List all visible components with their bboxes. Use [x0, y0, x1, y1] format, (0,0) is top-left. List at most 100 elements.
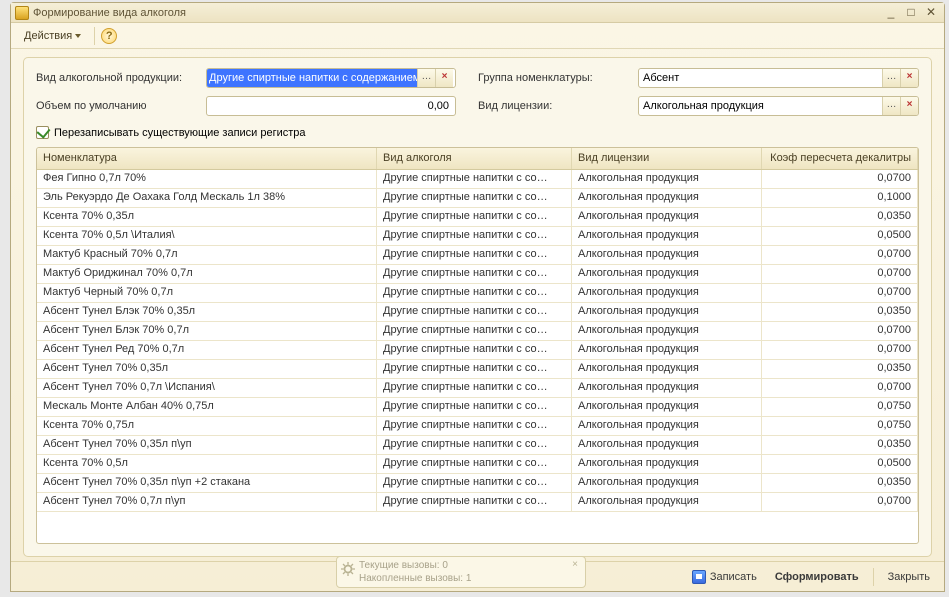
- generate-button[interactable]: Сформировать: [771, 568, 863, 586]
- column-header-coefficient[interactable]: Коэф пересчета декалитры: [762, 148, 918, 169]
- grid-header: Номенклатура Вид алкоголя Вид лицензии К…: [37, 148, 918, 170]
- table-cell: Алкогольная продукция: [572, 246, 762, 264]
- table-cell: 0,0700: [762, 341, 918, 359]
- actions-menu[interactable]: Действия: [17, 26, 88, 46]
- column-header-nomenclature[interactable]: Номенклатура: [37, 148, 377, 169]
- table-cell: Мактуб Красный 70% 0,7л: [37, 246, 377, 264]
- table-cell: Алкогольная продукция: [572, 436, 762, 454]
- table-cell: 0,0500: [762, 227, 918, 245]
- maximize-button[interactable]: □: [902, 6, 920, 20]
- footer-separator: [873, 568, 874, 586]
- table-row[interactable]: Ксента 70% 0,5лДругие спиртные напитки с…: [37, 455, 918, 474]
- table-cell: Алкогольная продукция: [572, 208, 762, 226]
- table-row[interactable]: Фея Гипно 0,7л 70%Другие спиртные напитк…: [37, 170, 918, 189]
- table-row[interactable]: Абсент Тунел Ред 70% 0,7лДругие спиртные…: [37, 341, 918, 360]
- minimize-button[interactable]: _: [882, 6, 900, 20]
- column-header-alcohol-type[interactable]: Вид алкоголя: [377, 148, 572, 169]
- table-cell: 0,0350: [762, 436, 918, 454]
- table-cell: Алкогольная продукция: [572, 455, 762, 473]
- table-row[interactable]: Абсент Тунел 70% 0,7л \Испания\Другие сп…: [37, 379, 918, 398]
- ellipsis-icon[interactable]: …: [417, 69, 435, 87]
- table-cell: 0,0700: [762, 284, 918, 302]
- accumulated-calls-value: 1: [466, 573, 472, 584]
- overwrite-checkbox[interactable]: [36, 126, 49, 139]
- table-row[interactable]: Абсент Тунел 70% 0,35л п\уп +2 стаканаДр…: [37, 474, 918, 493]
- table-row[interactable]: Мактуб Красный 70% 0,7лДругие спиртные н…: [37, 246, 918, 265]
- save-button[interactable]: Записать: [688, 567, 761, 587]
- table-cell: 0,0700: [762, 170, 918, 188]
- table-cell: Алкогольная продукция: [572, 417, 762, 435]
- save-icon: [692, 570, 706, 584]
- product-type-field[interactable]: Другие спиртные напитки с содержанием … …: [206, 68, 456, 88]
- table-row[interactable]: Мактуб Черный 70% 0,7лДругие спиртные на…: [37, 284, 918, 303]
- gear-icon: [341, 562, 355, 576]
- app-icon: [15, 6, 29, 20]
- footer: Текущие вызовы: 0 Накопленные вызовы: 1 …: [11, 561, 944, 591]
- table-row[interactable]: Мактуб Ориджинал 70% 0,7лДругие спиртные…: [37, 265, 918, 284]
- table-cell: Алкогольная продукция: [572, 303, 762, 321]
- group-value[interactable]: [639, 69, 882, 87]
- table-cell: Алкогольная продукция: [572, 493, 762, 511]
- toolbar-separator: [94, 27, 95, 45]
- table-cell: Эль Рекуэрдо Де Оахака Голд Мескаль 1л 3…: [37, 189, 377, 207]
- clear-icon[interactable]: ×: [900, 69, 918, 87]
- main-window: Формирование вида алкоголя _ □ ✕ Действи…: [10, 2, 945, 592]
- table-row[interactable]: Абсент Тунел 70% 0,7л п\упДругие спиртны…: [37, 493, 918, 512]
- table-cell: 0,1000: [762, 189, 918, 207]
- table-cell: Абсент Тунел 70% 0,7л \Испания\: [37, 379, 377, 397]
- close-calls-icon[interactable]: ×: [569, 559, 581, 570]
- table-cell: 0,0350: [762, 360, 918, 378]
- table-cell: Другие спиртные напитки с со…: [377, 436, 572, 454]
- column-header-license[interactable]: Вид лицензии: [572, 148, 762, 169]
- help-icon[interactable]: ?: [101, 28, 117, 44]
- table-row[interactable]: Ксента 70% 0,35лДругие спиртные напитки …: [37, 208, 918, 227]
- clear-icon[interactable]: ×: [435, 69, 453, 87]
- ellipsis-icon[interactable]: …: [882, 69, 900, 87]
- table-cell: 0,0500: [762, 455, 918, 473]
- table-row[interactable]: Эль Рекуэрдо Де Оахака Голд Мескаль 1л 3…: [37, 189, 918, 208]
- table-row[interactable]: Абсент Тунел 70% 0,35л п\упДругие спиртн…: [37, 436, 918, 455]
- close-window-button[interactable]: ✕: [922, 6, 940, 20]
- table-cell: Другие спиртные напитки с со…: [377, 170, 572, 188]
- group-field[interactable]: … ×: [638, 68, 919, 88]
- volume-label: Объем по умолчанию: [36, 100, 206, 112]
- clear-icon[interactable]: ×: [900, 97, 918, 115]
- accumulated-calls-label: Накопленные вызовы:: [359, 573, 463, 584]
- data-grid: Номенклатура Вид алкоголя Вид лицензии К…: [36, 147, 919, 544]
- ellipsis-icon[interactable]: …: [882, 97, 900, 115]
- volume-field[interactable]: [206, 96, 456, 116]
- table-row[interactable]: Ксента 70% 0,75лДругие спиртные напитки …: [37, 417, 918, 436]
- current-calls-value: 0: [442, 560, 448, 571]
- table-cell: Другие спиртные напитки с со…: [377, 303, 572, 321]
- table-cell: Абсент Тунел 70% 0,7л п\уп: [37, 493, 377, 511]
- table-row[interactable]: Абсент Тунел 70% 0,35лДругие спиртные на…: [37, 360, 918, 379]
- table-cell: 0,0700: [762, 379, 918, 397]
- grid-body[interactable]: Фея Гипно 0,7л 70%Другие спиртные напитк…: [37, 170, 918, 543]
- table-row[interactable]: Мескаль Монте Албан 40% 0,75лДругие спир…: [37, 398, 918, 417]
- table-row[interactable]: Абсент Тунел Блэк 70% 0,35лДругие спиртн…: [37, 303, 918, 322]
- license-value[interactable]: [639, 97, 882, 115]
- table-cell: Алкогольная продукция: [572, 265, 762, 283]
- toolbar: Действия ?: [11, 23, 944, 49]
- group-label: Группа номенклатуры:: [478, 72, 638, 84]
- table-cell: Алкогольная продукция: [572, 398, 762, 416]
- table-cell: 0,0750: [762, 398, 918, 416]
- table-cell: Алкогольная продукция: [572, 360, 762, 378]
- table-cell: Мескаль Монте Албан 40% 0,75л: [37, 398, 377, 416]
- close-label: Закрыть: [888, 571, 930, 583]
- close-button[interactable]: Закрыть: [884, 568, 934, 586]
- table-row[interactable]: Ксента 70% 0,5л \Италия\Другие спиртные …: [37, 227, 918, 246]
- table-cell: Мактуб Ориджинал 70% 0,7л: [37, 265, 377, 283]
- table-cell: Алкогольная продукция: [572, 170, 762, 188]
- table-cell: Другие спиртные напитки с со…: [377, 265, 572, 283]
- table-row[interactable]: Абсент Тунел Блэк 70% 0,7лДругие спиртны…: [37, 322, 918, 341]
- license-field[interactable]: … ×: [638, 96, 919, 116]
- titlebar: Формирование вида алкоголя _ □ ✕: [11, 3, 944, 23]
- table-cell: Ксента 70% 0,75л: [37, 417, 377, 435]
- table-cell: Алкогольная продукция: [572, 284, 762, 302]
- overwrite-checkbox-row[interactable]: Перезаписывать существующие записи регис…: [36, 126, 919, 139]
- window-title: Формирование вида алкоголя: [33, 7, 880, 19]
- table-cell: Алкогольная продукция: [572, 322, 762, 340]
- table-cell: Мактуб Черный 70% 0,7л: [37, 284, 377, 302]
- table-cell: 0,0350: [762, 303, 918, 321]
